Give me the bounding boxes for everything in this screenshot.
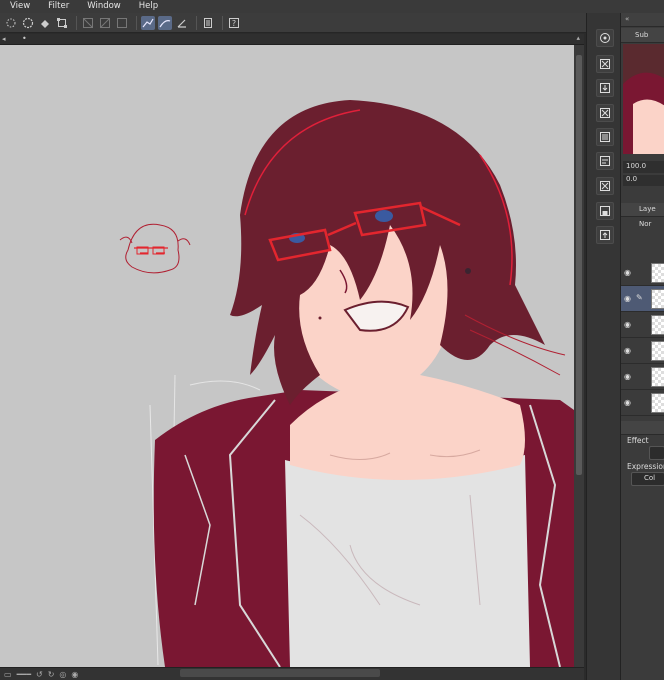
layer-row[interactable]: ◉ xyxy=(621,338,664,364)
import-icon[interactable] xyxy=(596,79,614,97)
tab-sub-view[interactable]: Sub xyxy=(621,28,664,43)
layer-row[interactable]: ◉ xyxy=(621,260,664,286)
ruler-curve-icon[interactable] xyxy=(158,15,172,30)
save-icon[interactable] xyxy=(596,202,614,220)
clear-selection-icon[interactable] xyxy=(81,16,95,30)
svg-text:?: ? xyxy=(232,19,236,28)
toolbar-divider xyxy=(222,15,223,30)
eye-icon[interactable]: ◉ xyxy=(624,294,631,303)
document-icon[interactable] xyxy=(201,16,215,30)
flip-icon[interactable]: ◎ xyxy=(59,670,66,679)
layer-row[interactable]: ◉ xyxy=(621,364,664,390)
neck xyxy=(290,375,525,480)
select-all-icon[interactable] xyxy=(21,16,35,30)
invert-selection-icon[interactable] xyxy=(98,16,112,30)
rotation-value: 0.0 xyxy=(626,175,638,183)
eye-icon[interactable]: ◉ xyxy=(624,346,631,355)
close-alt-icon[interactable] xyxy=(596,104,614,122)
toolbar-divider xyxy=(76,15,77,30)
tab-layer[interactable]: Laye xyxy=(621,203,664,217)
tab-sub-view-label: Sub xyxy=(635,31,649,39)
pen-icon: ✎ xyxy=(636,293,643,302)
layer-tools xyxy=(621,233,664,246)
tab-menu-icon[interactable]: ◂ xyxy=(2,35,6,43)
scrollbar-thumb[interactable] xyxy=(576,55,582,475)
layer-list: ◉ ◉ ✎ ◉ ◉ ◉ ◉ xyxy=(621,260,664,418)
canvas-vertical-scrollbar[interactable] xyxy=(574,45,584,667)
lasso-icon[interactable] xyxy=(4,16,18,30)
zoom-out-icon[interactable]: ▭ xyxy=(4,670,12,679)
layer-thumbnail xyxy=(651,263,664,283)
eye-icon[interactable]: ◉ xyxy=(624,268,631,277)
layer-thumbnail xyxy=(651,393,664,413)
effect-label: Effect xyxy=(627,436,649,445)
ruler-perspective-icon[interactable] xyxy=(175,16,189,30)
mask-icon[interactable] xyxy=(115,16,129,30)
toolbar: ? ⋮ ‹ › ◍ xyxy=(0,13,664,33)
rotation-field[interactable]: 0.0 xyxy=(623,175,664,186)
layer-thumbnail xyxy=(651,315,664,335)
zoom-value: 100.0 xyxy=(626,162,647,170)
menu-filter[interactable]: Filter xyxy=(38,0,77,13)
blend-mode-label: Nor xyxy=(639,220,652,228)
command-bar xyxy=(586,13,620,680)
expression-color-label: Expression c xyxy=(627,462,664,471)
canvas-horizontal-scrollbar[interactable] xyxy=(180,669,380,677)
blend-mode-select[interactable]: Nor xyxy=(621,218,664,231)
shirt xyxy=(285,455,530,667)
eye-icon[interactable]: ◉ xyxy=(624,398,631,407)
close-icon[interactable] xyxy=(596,55,614,73)
panel-header: « xyxy=(621,13,664,27)
layer-row[interactable]: ◉ ✎ xyxy=(621,286,664,312)
reset-view-icon[interactable]: ◉ xyxy=(71,670,78,679)
sub-view-preview xyxy=(623,44,664,154)
layer-thumbnail xyxy=(651,289,664,309)
canvas[interactable] xyxy=(0,45,574,667)
menu-bar: View Filter Window Help xyxy=(0,0,664,13)
chibi-doodle xyxy=(119,223,191,274)
color-select-label: Col xyxy=(644,474,656,482)
layer-thumbnail xyxy=(651,367,664,387)
right-eye xyxy=(375,210,393,222)
tab-scroll-icon[interactable]: ▴ xyxy=(576,34,580,42)
ruler-snap-icon[interactable] xyxy=(141,15,155,30)
tab-layer-property[interactable] xyxy=(621,421,664,435)
tab-layer-label: Laye xyxy=(639,205,656,213)
artwork xyxy=(119,100,574,667)
layer-row[interactable]: ◉ xyxy=(621,390,664,416)
tab-close-icon[interactable]: • xyxy=(22,34,27,43)
menu-view[interactable]: View xyxy=(0,0,38,13)
collapse-icon[interactable]: « xyxy=(625,15,629,23)
select-icon[interactable] xyxy=(596,177,614,195)
rotate-right-icon[interactable]: ↻ xyxy=(48,670,55,679)
zoom-slider-icon[interactable]: ━━━ xyxy=(17,670,31,679)
batch-icon[interactable] xyxy=(596,152,614,170)
right-panel: « Sub 100.0 0.0 Laye Nor ◉ ◉ ✎ ◉ ◉ ◉ ◉ E… xyxy=(620,13,664,680)
toolbar-divider xyxy=(196,15,197,30)
help-icon[interactable]: ? xyxy=(227,16,241,30)
eye-icon[interactable]: ◉ xyxy=(624,320,631,329)
rotate-left-icon[interactable]: ↺ xyxy=(36,670,43,679)
expression-color-select[interactable]: Col xyxy=(631,472,664,486)
menu-window[interactable]: Window xyxy=(77,0,129,13)
eye-icon[interactable]: ◉ xyxy=(624,372,631,381)
navigator-icon[interactable] xyxy=(596,29,614,47)
export-icon[interactable] xyxy=(596,128,614,146)
transform-icon[interactable] xyxy=(55,16,69,30)
menu-help[interactable]: Help xyxy=(129,0,166,13)
fill-icon[interactable] xyxy=(38,16,52,30)
effect-toggle[interactable] xyxy=(649,446,664,460)
layer-row[interactable]: ◉ xyxy=(621,312,664,338)
layer-property-panel: Effect Expression c Col xyxy=(621,436,664,496)
canvas-tab-strip: ◂ • ▴ xyxy=(0,34,584,45)
export-alt-icon[interactable] xyxy=(596,226,614,244)
toolbar-divider xyxy=(136,15,137,30)
zoom-field[interactable]: 100.0 xyxy=(623,161,664,173)
layer-thumbnail xyxy=(651,341,664,361)
